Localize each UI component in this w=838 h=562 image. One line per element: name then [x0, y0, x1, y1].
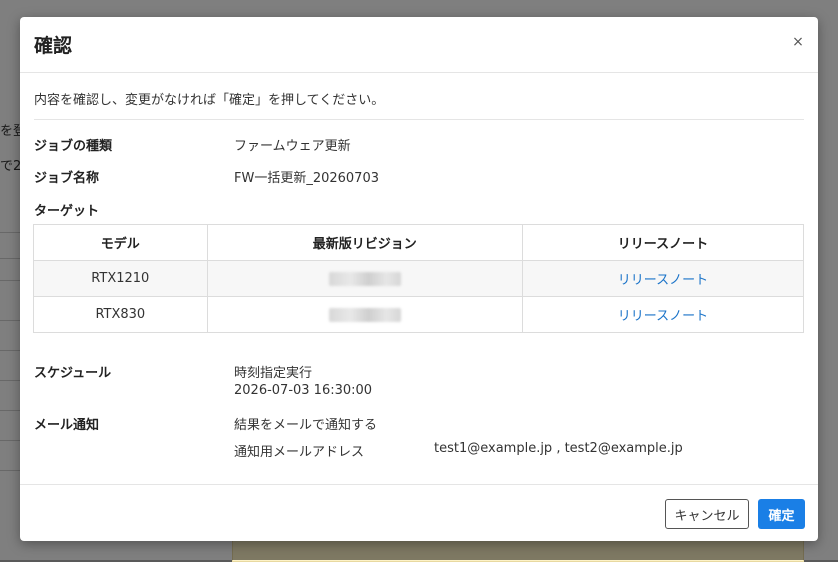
revision-cell	[206, 260, 523, 297]
job-type-label: ジョブの種類	[34, 139, 113, 154]
mail-address-label: 通知用メールアドレス	[234, 445, 365, 460]
schedule-type: 時刻指定実行	[234, 366, 313, 381]
table-header-row: モデル 最新版リビジョン リリースノート	[33, 224, 805, 261]
target-table: モデル 最新版リビジョン リリースノート RTX1210 リリースノート RTX…	[33, 224, 805, 333]
release-notes-link[interactable]: リリースノート	[521, 260, 805, 297]
redacted-revision	[328, 271, 401, 286]
divider	[34, 119, 804, 120]
confirm-dialog: 確認 × 内容を確認し、変更がなければ「確定」を押してください。 ジョブの種類 …	[20, 17, 818, 541]
job-name-label: ジョブ名称	[34, 171, 100, 186]
job-type-value: ファームウェア更新	[234, 139, 351, 154]
dialog-header: 確認 ×	[20, 17, 818, 73]
schedule-datetime: 2026-07-03 16:30:00	[234, 383, 373, 398]
table-row: RTX1210 リリースノート	[33, 260, 805, 297]
target-label: ターゲット	[34, 204, 100, 219]
schedule-label: スケジュール	[34, 366, 112, 381]
confirm-button[interactable]: 確定	[758, 499, 805, 529]
revision-cell	[206, 296, 523, 333]
column-header-release-notes: リリースノート	[521, 224, 805, 261]
job-name-value: FW一括更新_20260703	[234, 171, 379, 186]
cancel-button[interactable]: キャンセル	[665, 499, 749, 529]
column-header-revision: 最新版リビジョン	[206, 224, 523, 261]
close-button[interactable]: ×	[790, 32, 806, 52]
dialog-footer: キャンセル 確定	[20, 484, 818, 541]
mail-label: メール通知	[34, 418, 100, 433]
release-notes-link[interactable]: リリースノート	[521, 296, 805, 333]
mail-address-value: test1@example.jp , test2@example.jp	[434, 441, 683, 456]
column-header-model: モデル	[33, 224, 208, 261]
dialog-title: 確認	[34, 35, 73, 57]
mail-setting: 結果をメールで通知する	[234, 418, 378, 433]
model-cell: RTX830	[33, 296, 208, 333]
close-icon: ×	[792, 34, 804, 50]
redacted-revision	[328, 307, 401, 322]
model-cell: RTX1210	[33, 260, 208, 297]
intro-text: 内容を確認し、変更がなければ「確定」を押してください。	[34, 93, 385, 108]
table-row: RTX830 リリースノート	[33, 296, 805, 333]
